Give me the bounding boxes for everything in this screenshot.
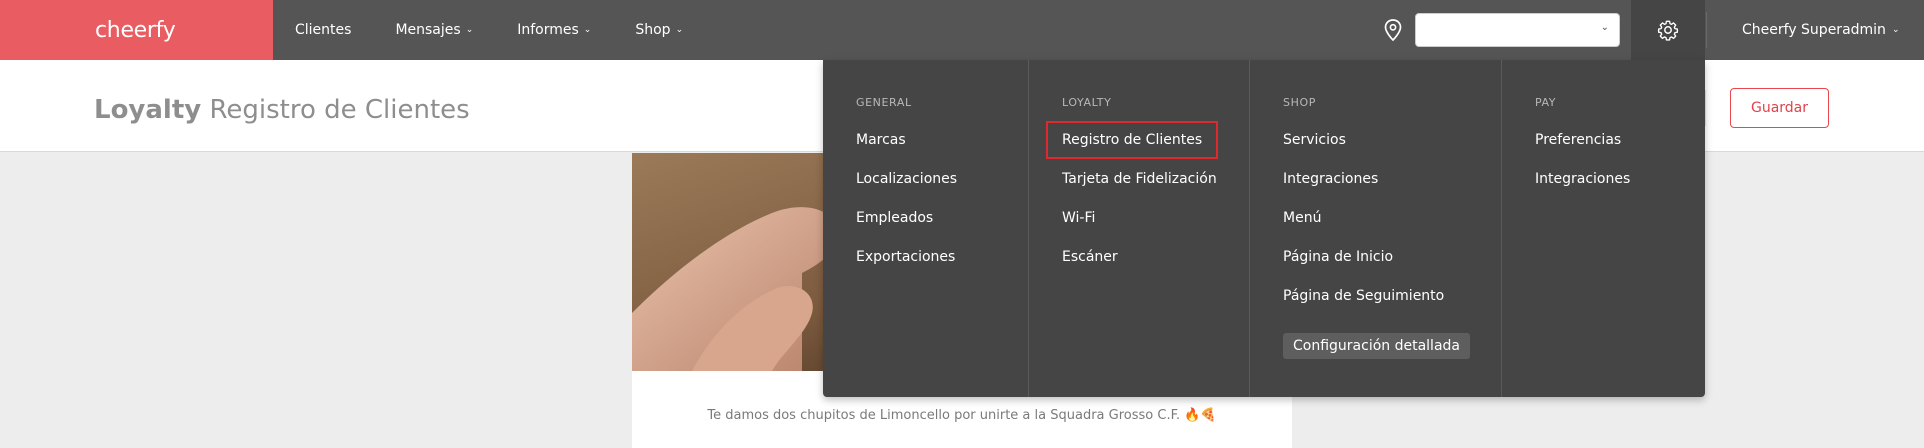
menu-item-localizaciones[interactable]: Localizaciones bbox=[856, 171, 957, 187]
menu-item-integraciones-pay[interactable]: Integraciones bbox=[1535, 171, 1630, 187]
chevron-down-icon: ⌄ bbox=[1891, 25, 1900, 35]
menu-item-menu[interactable]: Menú bbox=[1283, 210, 1321, 226]
divider bbox=[1705, 90, 1706, 126]
location-select[interactable]: ⌄ bbox=[1415, 13, 1620, 47]
chevron-down-icon: ⌄ bbox=[1600, 22, 1609, 33]
nav-clientes-label[interactable]: Clientes bbox=[295, 22, 351, 38]
menu-heading-shop: SHOP bbox=[1283, 96, 1316, 109]
chevron-down-icon: ⌄ bbox=[583, 25, 592, 35]
menu-item-pagina-de-inicio[interactable]: Página de Inicio bbox=[1283, 249, 1393, 265]
menu-column-loyalty: LOYALTY Registro de Clientes Tarjeta de … bbox=[1028, 60, 1249, 397]
brand-name[interactable]: cheerfy bbox=[95, 18, 176, 43]
menu-heading-pay: PAY bbox=[1535, 96, 1557, 109]
nav-mensajes-label[interactable]: Mensajes bbox=[395, 22, 460, 38]
save-button[interactable]: Guardar bbox=[1730, 88, 1829, 128]
nav-clientes[interactable]: Clientes bbox=[295, 22, 351, 38]
menu-item-escaner[interactable]: Escáner bbox=[1062, 249, 1118, 265]
brand-logo[interactable]: cheerfy bbox=[0, 0, 273, 60]
menu-heading-general: GENERAL bbox=[856, 96, 912, 109]
divider bbox=[1706, 12, 1707, 48]
menu-column-general: GENERAL Marcas Localizaciones Empleados … bbox=[823, 60, 1028, 397]
chevron-down-icon: ⌄ bbox=[675, 25, 684, 35]
main-nav: Clientes Mensajes ⌄ Informes ⌄ Shop ⌄ bbox=[273, 0, 727, 60]
menu-column-pay: PAY Preferencias Integraciones bbox=[1501, 60, 1705, 397]
menu-item-registro-de-clientes[interactable]: Registro de Clientes bbox=[1045, 121, 1219, 159]
card-caption: Te damos dos chupitos de Limoncello por … bbox=[707, 408, 1217, 423]
page-title: Loyalty Registro de Clientes bbox=[94, 95, 470, 125]
settings-dropdown: GENERAL Marcas Localizaciones Empleados … bbox=[823, 60, 1705, 397]
gear-icon bbox=[1657, 20, 1679, 41]
menu-item-pagina-de-seguimiento[interactable]: Página de Seguimiento bbox=[1283, 288, 1444, 304]
location-pin-icon bbox=[1384, 19, 1402, 41]
top-navbar: cheerfy Clientes Mensajes ⌄ Informes ⌄ S… bbox=[0, 0, 1924, 60]
menu-item-wifi[interactable]: Wi-Fi bbox=[1062, 210, 1095, 226]
menu-item-tarjeta-de-fidelizacion[interactable]: Tarjeta de Fidelización bbox=[1062, 171, 1217, 187]
menu-item-marcas[interactable]: Marcas bbox=[856, 132, 906, 148]
menu-heading-loyalty: LOYALTY bbox=[1062, 96, 1112, 109]
nav-shop-label[interactable]: Shop bbox=[635, 22, 670, 38]
page-title-section: Loyalty bbox=[94, 95, 202, 125]
menu-column-shop: SHOP Servicios Integraciones Menú Página… bbox=[1249, 60, 1501, 397]
nav-informes[interactable]: Informes ⌄ bbox=[517, 22, 591, 38]
nav-informes-label[interactable]: Informes bbox=[517, 22, 579, 38]
page-title-name: Registro de Clientes bbox=[209, 95, 470, 125]
detailed-config-button[interactable]: Configuración detallada bbox=[1283, 333, 1470, 359]
menu-item-servicios[interactable]: Servicios bbox=[1283, 132, 1346, 148]
menu-item-integraciones-shop[interactable]: Integraciones bbox=[1283, 171, 1378, 187]
menu-item-exportaciones[interactable]: Exportaciones bbox=[856, 249, 955, 265]
nav-shop[interactable]: Shop ⌄ bbox=[635, 22, 683, 38]
settings-button[interactable] bbox=[1631, 0, 1705, 60]
chevron-down-icon: ⌄ bbox=[465, 25, 474, 35]
user-menu[interactable]: Cheerfy Superadmin ⌄ bbox=[1742, 0, 1899, 60]
menu-item-empleados[interactable]: Empleados bbox=[856, 210, 933, 226]
menu-item-preferencias[interactable]: Preferencias bbox=[1535, 132, 1621, 148]
user-name[interactable]: Cheerfy Superadmin bbox=[1742, 22, 1886, 38]
nav-mensajes[interactable]: Mensajes ⌄ bbox=[395, 22, 473, 38]
